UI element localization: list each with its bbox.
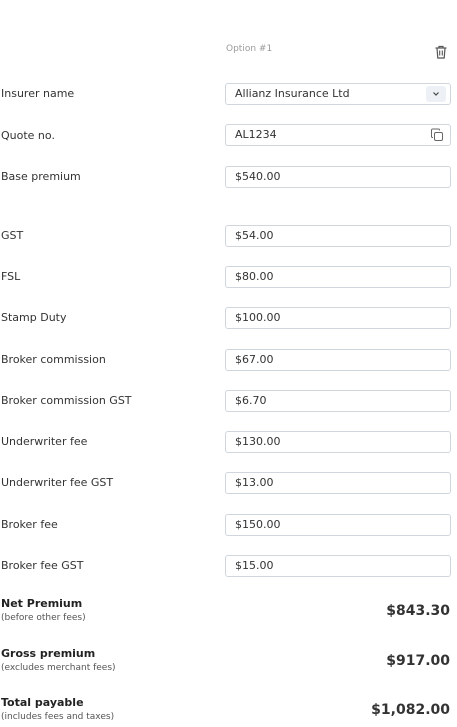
broker-commission-gst-input[interactable]: $6.70 [225,390,451,412]
underwriter-fee-input[interactable]: $130.00 [225,431,451,453]
chevron-down-icon[interactable] [426,86,446,102]
base-premium-value: $540.00 [235,170,281,183]
underwriter-fee-value: $130.00 [235,435,281,448]
total-payable-note: (includes fees and taxes) [1,712,115,722]
base-premium-input[interactable]: $540.00 [225,166,451,188]
stamp-duty-label: Stamp Duty [1,311,67,324]
underwriter-fee-label: Underwriter fee [1,435,88,448]
broker-fee-gst-label: Broker fee GST [1,559,84,572]
broker-fee-label: Broker fee [1,518,58,531]
trash-icon[interactable] [433,44,449,60]
gross-premium-value: $917.00 [386,653,450,669]
net-premium-note: (before other fees) [1,613,86,623]
broker-commission-gst-value: $6.70 [235,394,267,407]
gst-value: $54.00 [235,229,274,242]
total-payable-label: Total payable [1,696,84,709]
underwriter-fee-gst-input[interactable]: $13.00 [225,472,451,494]
net-premium-value: $843.30 [386,603,450,619]
broker-commission-gst-label: Broker commission GST [1,394,132,407]
option-label: Option #1 [226,44,273,54]
copy-icon[interactable] [430,128,444,142]
broker-fee-value: $150.00 [235,518,281,531]
broker-commission-label: Broker commission [1,353,106,366]
gst-input[interactable]: $54.00 [225,225,451,247]
gross-premium-label: Gross premium [1,647,96,660]
insurer-name-select[interactable]: Allianz Insurance Ltd [225,83,451,105]
net-premium-label: Net Premium [1,597,83,610]
insurer-name-label: Insurer name [1,87,75,100]
stamp-duty-value: $100.00 [235,311,281,324]
quote-no-field[interactable]: AL1234 [225,124,451,146]
gross-premium-note: (excludes merchant fees) [1,663,116,673]
base-premium-label: Base premium [1,170,81,183]
broker-commission-value: $67.00 [235,353,274,366]
broker-fee-input[interactable]: $150.00 [225,514,451,536]
quote-no-label: Quote no. [1,129,55,142]
insurer-name-value: Allianz Insurance Ltd [235,87,350,100]
broker-fee-gst-value: $15.00 [235,559,274,572]
underwriter-fee-gst-value: $13.00 [235,476,274,489]
broker-commission-input[interactable]: $67.00 [225,349,451,371]
total-payable-value: $1,082.00 [371,702,450,718]
fsl-value: $80.00 [235,270,274,283]
fsl-input[interactable]: $80.00 [225,266,451,288]
underwriter-fee-gst-label: Underwriter fee GST [1,476,114,489]
broker-fee-gst-input[interactable]: $15.00 [225,555,451,577]
quote-no-value: AL1234 [235,128,277,141]
fsl-label: FSL [1,270,21,283]
stamp-duty-input[interactable]: $100.00 [225,307,451,329]
gst-label: GST [1,229,24,242]
